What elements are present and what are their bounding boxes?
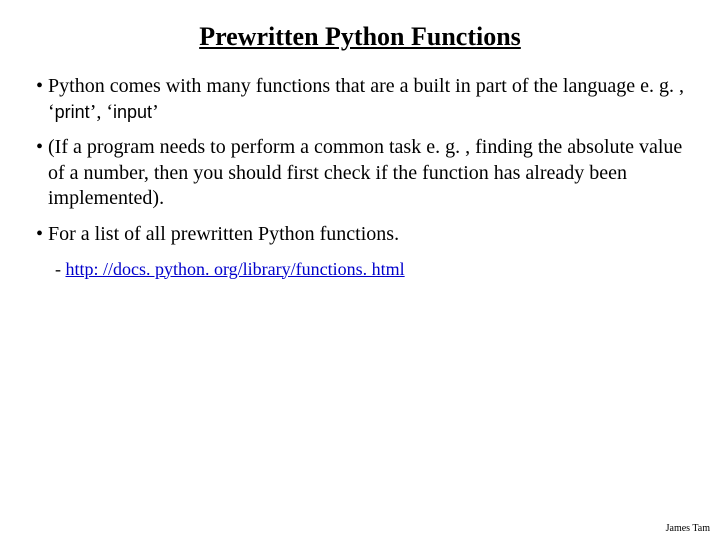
bullet-1-text-mid: ’, ‘	[90, 101, 113, 123]
sub-bullet-link: http: //docs. python. org/library/functi…	[28, 258, 692, 281]
bullet-2: (If a program needs to perform a common …	[28, 135, 692, 212]
bullet-1-code-input: input	[113, 102, 152, 122]
footer-author: James Tam	[666, 523, 710, 534]
slide-title: Prewritten Python Functions	[28, 22, 692, 52]
bullet-1-code-print: print	[55, 102, 90, 122]
docs-link[interactable]: http: //docs. python. org/library/functi…	[66, 259, 405, 279]
bullet-1: Python comes with many functions that ar…	[28, 74, 692, 125]
bullet-1-text-post: ’	[152, 101, 159, 123]
bullet-3: For a list of all prewritten Python func…	[28, 222, 692, 248]
